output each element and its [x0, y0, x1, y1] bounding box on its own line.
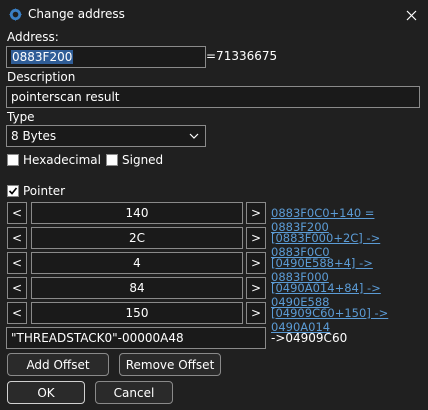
cheat-engine-gear-icon	[8, 7, 23, 22]
hexadecimal-checkbox-box	[7, 154, 19, 166]
chevron-down-icon	[189, 133, 199, 139]
offset-decrease-button[interactable]: <	[7, 302, 27, 324]
pointer-checkbox[interactable]: Pointer	[7, 184, 65, 198]
offset-input[interactable]: 150	[31, 302, 243, 324]
address-input[interactable]: 0883F200	[6, 46, 206, 68]
offset-input[interactable]: 2C	[31, 227, 243, 249]
title-bar: Change address	[0, 0, 428, 30]
base-address-input[interactable]: "THREADSTACK0"-00000A48	[6, 327, 266, 349]
offset-input[interactable]: 140	[31, 202, 243, 224]
offset-result-link[interactable]: [0490A014+84] -> 0490E588	[271, 281, 428, 309]
pointer-label: Pointer	[23, 184, 66, 198]
change-address-dialog: Change address Address: 0883F200 =713366…	[0, 0, 428, 410]
offset-result-link[interactable]: [0883F000+2C] -> 0883F0C0	[271, 231, 428, 259]
description-value: pointerscan result	[11, 90, 120, 104]
offset-input[interactable]: 84	[31, 277, 243, 299]
checkmark-icon	[8, 187, 18, 195]
offset-increase-button[interactable]: >	[246, 227, 266, 249]
signed-checkbox-box	[106, 154, 118, 166]
address-decimal-value: =71336675	[206, 49, 278, 63]
offset-increase-button[interactable]: >	[246, 252, 266, 274]
signed-checkbox[interactable]: Signed	[106, 153, 163, 167]
close-icon	[406, 10, 416, 20]
type-selected-value: 8 Bytes	[11, 129, 57, 143]
base-address-value: "THREADSTACK0"-00000A48	[11, 331, 184, 345]
offset-input[interactable]: 4	[31, 252, 243, 274]
hexadecimal-checkbox[interactable]: Hexadecimal	[7, 153, 101, 167]
window-title: Change address	[28, 7, 125, 21]
offset-decrease-button[interactable]: <	[7, 252, 27, 274]
add-offset-button[interactable]: Add Offset	[7, 353, 109, 376]
signed-label: Signed	[122, 153, 164, 167]
hexadecimal-label: Hexadecimal	[23, 153, 101, 167]
base-address-result: ->04909C60	[271, 331, 348, 345]
description-label: Description	[7, 70, 76, 84]
type-label: Type	[7, 110, 35, 124]
remove-offset-button[interactable]: Remove Offset	[119, 353, 221, 376]
description-input[interactable]: pointerscan result	[6, 86, 420, 108]
offset-decrease-button[interactable]: <	[7, 227, 27, 249]
address-label: Address:	[7, 30, 59, 44]
offset-increase-button[interactable]: >	[246, 302, 266, 324]
offset-result-link[interactable]: [0490E588+4] -> 0883F000	[271, 256, 428, 284]
offset-result-link[interactable]: 0883F0C0+140 = 0883F200	[271, 206, 428, 234]
type-select[interactable]: 8 Bytes	[6, 125, 206, 147]
offset-increase-button[interactable]: >	[246, 277, 266, 299]
cancel-button[interactable]: Cancel	[95, 381, 173, 404]
pointer-checkbox-box	[7, 185, 19, 197]
offset-result-link[interactable]: [04909C60+150] -> 0490A014	[271, 306, 428, 334]
address-value: 0883F200	[11, 50, 74, 64]
offset-increase-button[interactable]: >	[246, 202, 266, 224]
ok-button[interactable]: OK	[7, 381, 85, 404]
offset-decrease-button[interactable]: <	[7, 202, 27, 224]
offset-decrease-button[interactable]: <	[7, 277, 27, 299]
close-button[interactable]	[394, 0, 428, 30]
